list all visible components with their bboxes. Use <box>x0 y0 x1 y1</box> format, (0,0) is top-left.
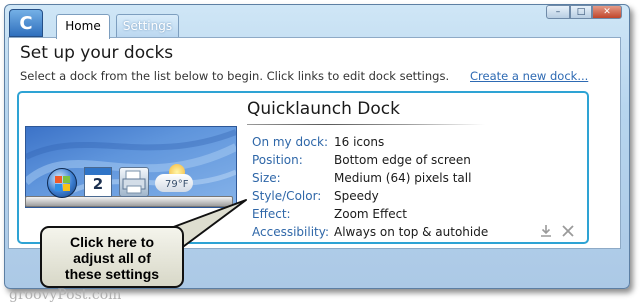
printer-glyph <box>122 170 146 194</box>
delete-glyph <box>562 225 574 237</box>
weather-temperature: 79°F <box>165 179 189 190</box>
prop-label-style-color[interactable]: Style/Color: <box>252 189 321 203</box>
tab-settings[interactable]: Settings <box>116 14 179 38</box>
intro-text: Select a dock from the list below to beg… <box>20 69 450 83</box>
weather-icon: 79°F <box>153 164 197 196</box>
download-glyph <box>541 225 551 237</box>
prop-label-on-my-dock[interactable]: On my dock: <box>252 135 328 149</box>
page-title: Set up your docks <box>20 43 174 63</box>
calendar-icon: 2 <box>84 167 112 197</box>
prop-value-on-my-dock: 16 icons <box>334 135 385 149</box>
prop-label-effect[interactable]: Effect: <box>252 207 291 221</box>
prop-value-effect: Zoom Effect <box>334 207 407 221</box>
prop-value-accessibility: Always on top & autohide <box>334 225 489 239</box>
create-new-dock-link[interactable]: Create a new dock... <box>470 69 588 83</box>
maximize-button[interactable]: □ <box>570 5 592 19</box>
window-controls: – □ ✕ <box>546 5 622 20</box>
prop-value-size: Medium (64) pixels tall <box>334 171 472 185</box>
prop-label-accessibility[interactable]: Accessibility: <box>252 225 329 239</box>
prop-value-position: Bottom edge of screen <box>334 153 471 167</box>
tab-home[interactable]: Home <box>56 14 110 39</box>
app-logo-icon[interactable]: C <box>9 9 43 37</box>
watermark: groovyPost.com <box>9 287 122 303</box>
download-icon[interactable] <box>539 223 553 237</box>
prop-label-position[interactable]: Position: <box>252 153 303 167</box>
printer-icon <box>119 167 149 197</box>
prop-value-style-color: Speedy <box>334 189 379 203</box>
home-panel: Set up your docks Select a dock from the… <box>8 37 621 249</box>
minimize-button[interactable]: – <box>546 5 570 19</box>
delete-icon[interactable] <box>561 223 575 237</box>
calendar-band <box>85 168 111 175</box>
windows-start-icon <box>47 168 77 198</box>
close-button[interactable]: ✕ <box>592 5 622 19</box>
prop-label-size[interactable]: Size: <box>252 171 281 185</box>
calendar-day: 2 <box>92 175 104 193</box>
divider <box>247 124 485 125</box>
dock-name: Quicklaunch Dock <box>247 99 400 119</box>
dock-card[interactable]: Quicklaunch Dock 2 79°F On my dock: 16 i… <box>17 91 589 244</box>
